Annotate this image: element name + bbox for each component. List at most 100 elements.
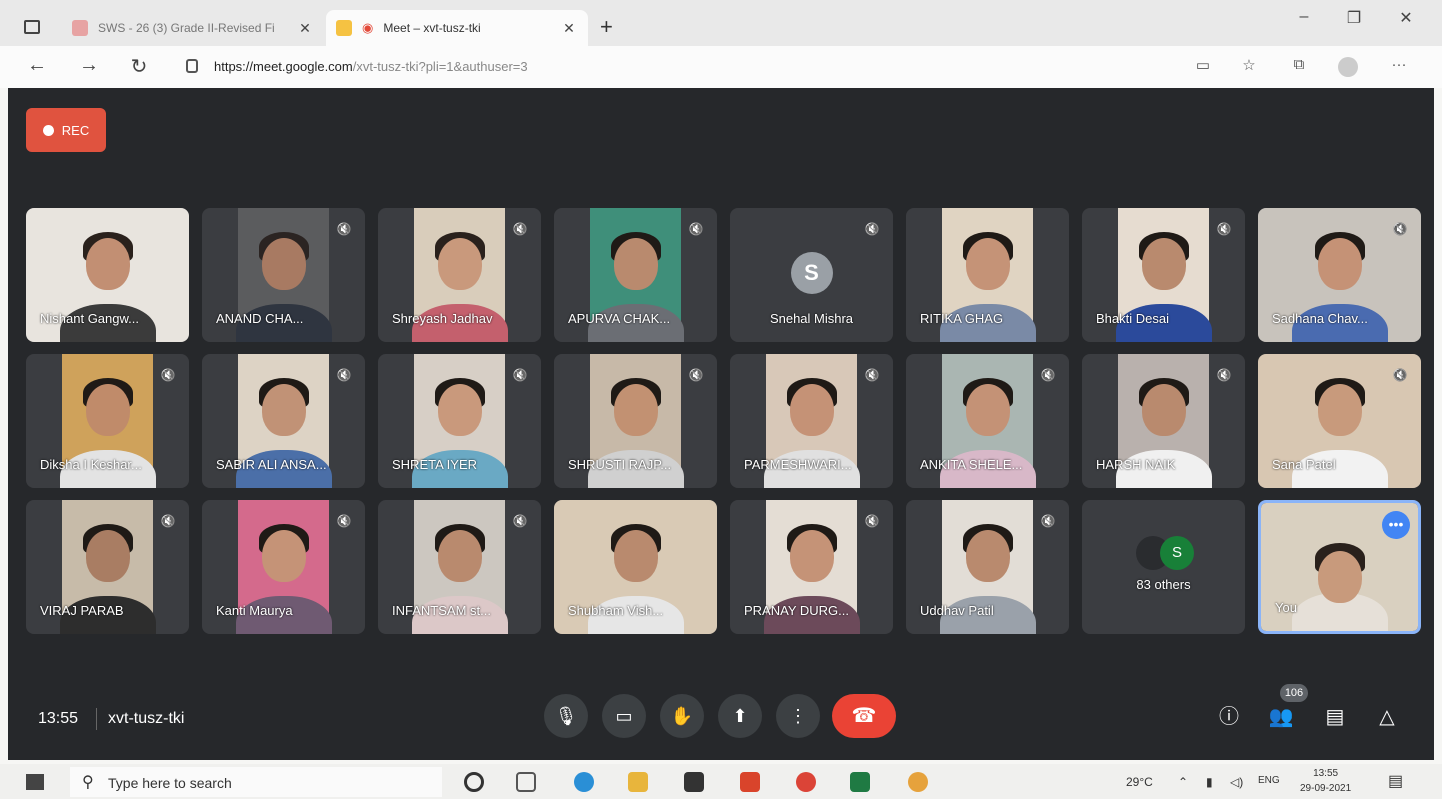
edge-icon[interactable] xyxy=(574,772,594,792)
browser-tabbar: SWS - 26 (3) Grade II-Revised Fi ✕ ◉ Mee… xyxy=(0,0,1442,46)
participant-tile[interactable]: 🔇 Sana Patel xyxy=(1258,354,1421,488)
participant-figure xyxy=(1317,238,1362,290)
participant-tile[interactable]: 🔇 INFANTSAM st... xyxy=(378,500,541,634)
rec-dot-icon xyxy=(42,124,54,136)
file-explorer-icon[interactable] xyxy=(628,772,648,792)
chrome-icon[interactable] xyxy=(796,772,816,792)
meet-stage: REC Nishant Gangw... 🔇 ANAND CHA... 🔇 Shreya… xyxy=(8,88,1434,760)
participant-tile[interactable]: 🔇 Kanti Maurya xyxy=(202,500,365,634)
sidebar-toggle-icon[interactable] xyxy=(24,20,40,34)
participant-tile[interactable]: Shubham Vish... xyxy=(554,500,717,634)
forward-icon[interactable]: → xyxy=(76,54,102,77)
participant-figure xyxy=(965,530,1010,582)
mic-off-icon: 🔇 xyxy=(688,222,704,236)
excel-icon[interactable] xyxy=(850,772,870,792)
address-bar[interactable]: https://meet.google.com/xvt-tusz-tki?pli… xyxy=(214,59,528,74)
windows-start-icon[interactable] xyxy=(26,774,44,790)
favorites-icon[interactable]: ☆ xyxy=(1238,56,1260,74)
participant-tile[interactable]: 🔇 PARMESHWARI... xyxy=(730,354,893,488)
mic-off-icon: 🔇 xyxy=(1392,222,1408,236)
participant-name: Nishant Gangw... xyxy=(40,311,139,326)
mic-off-icon: 🔇 xyxy=(336,222,352,236)
taskbar-search[interactable]: ⚲ Type here to search xyxy=(70,767,442,797)
participant-tile[interactable]: S 🔇 Snehal Mishra xyxy=(730,208,893,342)
participant-tile[interactable]: 🔇 HARSH NAIK xyxy=(1082,354,1245,488)
mic-off-icon: 🔇 xyxy=(1040,368,1056,382)
participant-tile[interactable]: 🔇 APURVA CHAK... xyxy=(554,208,717,342)
participant-figure xyxy=(613,530,658,582)
more-menu-icon[interactable]: ··· xyxy=(1388,56,1410,73)
participant-tile[interactable]: 🔇 SHRETA IYER xyxy=(378,354,541,488)
cortana-icon[interactable] xyxy=(464,772,484,792)
participant-tile[interactable]: 🔇 Diksha I Keshar... xyxy=(26,354,189,488)
others-avatar: S xyxy=(1160,536,1194,570)
leave-call-button[interactable]: ☎ xyxy=(832,694,896,738)
restore-icon[interactable]: ❐ xyxy=(1342,8,1366,28)
meeting-time: 13:55 xyxy=(38,710,79,727)
people-button[interactable]: 👥 xyxy=(1266,702,1296,732)
participant-figure xyxy=(965,238,1010,290)
camera-in-use-icon[interactable]: ▭ xyxy=(1192,56,1214,74)
raise-hand-button[interactable]: ✋ xyxy=(660,694,704,738)
others-tile[interactable]: S 83 others xyxy=(1082,500,1245,634)
close-tab-icon[interactable]: ✕ xyxy=(560,20,578,37)
close-tab-icon[interactable]: ✕ xyxy=(296,20,314,37)
participant-tile[interactable]: 🔇 PRANAY DURG... xyxy=(730,500,893,634)
participant-tile[interactable]: 🔇 Shreyash Jadhav xyxy=(378,208,541,342)
participant-tile[interactable]: Nishant Gangw... xyxy=(26,208,189,342)
more-options-button[interactable]: ⋮ xyxy=(776,694,820,738)
participant-tile[interactable]: 🔇 SHRUSTI RAJP... xyxy=(554,354,717,488)
activities-button[interactable]: △ xyxy=(1372,702,1402,732)
tray-chevron-icon[interactable]: ⌃ xyxy=(1178,775,1188,789)
battery-icon[interactable]: ▮ xyxy=(1206,775,1213,789)
participant-tile[interactable]: 🔇 Uddhav Patil xyxy=(906,500,1069,634)
participant-tile[interactable]: 🔇 Sadhana Chav... xyxy=(1258,208,1421,342)
participant-name: Diksha I Keshar... xyxy=(40,457,142,472)
close-window-icon[interactable]: ✕ xyxy=(1394,8,1418,28)
participant-tile[interactable]: 🔇 SABIR ALI ANSA... xyxy=(202,354,365,488)
collections-icon[interactable]: ⧉ xyxy=(1288,56,1310,73)
mic-off-icon: 🔇 xyxy=(688,368,704,382)
chrome-profile-icon[interactable] xyxy=(908,772,928,792)
participant-figure xyxy=(85,238,130,290)
participant-name: SABIR ALI ANSA... xyxy=(216,457,327,472)
profile-avatar[interactable] xyxy=(1338,57,1358,77)
divider xyxy=(96,708,97,730)
reload-icon[interactable]: ↻ xyxy=(126,54,152,79)
store-icon[interactable] xyxy=(684,772,704,792)
lock-icon[interactable] xyxy=(186,59,198,73)
participant-tile[interactable]: 🔇 ANKITA SHELE... xyxy=(906,354,1069,488)
chat-button[interactable]: ▤ xyxy=(1320,702,1350,732)
taskbar-clock[interactable]: 13:55 29-09-2021 xyxy=(1300,766,1351,796)
participant-name: Shreyash Jadhav xyxy=(392,311,493,326)
windows-taskbar: ⚲ Type here to search 29°C ⌃ ▮ ◁) ENG 13… xyxy=(0,764,1442,799)
participant-tile[interactable]: 🔇 ANAND CHA... xyxy=(202,208,365,342)
meet-favicon-icon xyxy=(336,20,352,36)
self-label: You xyxy=(1275,600,1297,615)
weather-temperature[interactable]: 29°C xyxy=(1126,775,1153,789)
participant-figure xyxy=(85,384,130,436)
office-icon[interactable] xyxy=(740,772,760,792)
participant-name: SHRETA IYER xyxy=(392,457,478,472)
tab-sws[interactable]: SWS - 26 (3) Grade II-Revised Fi ✕ xyxy=(62,10,324,46)
participant-tile[interactable]: 🔇 Bhakti Desai xyxy=(1082,208,1245,342)
tab-meet[interactable]: ◉ Meet – xvt-tusz-tki ✕ xyxy=(326,10,588,46)
back-icon[interactable]: ← xyxy=(24,54,50,77)
present-screen-button[interactable]: ⬆ xyxy=(718,694,762,738)
camera-button[interactable]: ▭ xyxy=(602,694,646,738)
minimize-icon[interactable]: – xyxy=(1292,8,1316,26)
participant-tile[interactable]: 🔇 VIRAJ PARAB xyxy=(26,500,189,634)
new-tab-icon[interactable]: + xyxy=(600,14,613,40)
more-options-icon[interactable]: ••• xyxy=(1382,511,1410,539)
participant-name: PARMESHWARI... xyxy=(744,457,852,472)
language-indicator[interactable]: ENG xyxy=(1258,775,1280,786)
participant-tile[interactable]: RITIKA GHAG xyxy=(906,208,1069,342)
self-tile[interactable]: ••• You xyxy=(1258,500,1421,634)
meeting-details-button[interactable]: ⓘ xyxy=(1214,702,1244,732)
notification-icon[interactable]: ▤ xyxy=(1388,771,1403,791)
mic-off-icon: 🔇 xyxy=(160,514,176,528)
microphone-button[interactable]: 🎙 xyxy=(544,694,588,738)
task-view-icon[interactable] xyxy=(516,772,536,792)
participant-figure xyxy=(261,384,306,436)
volume-icon[interactable]: ◁) xyxy=(1230,775,1243,789)
